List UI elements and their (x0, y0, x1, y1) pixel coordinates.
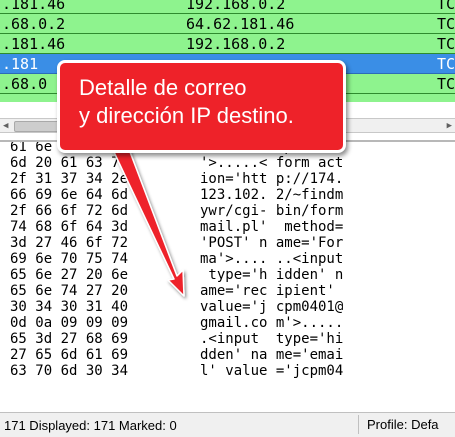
hex-row[interactable]: 66 69 6e 64 6d 123.102. 2/~findm (0, 187, 455, 203)
hex-row[interactable]: 69 6e 70 75 74 ma'>.... ..<input (0, 251, 455, 267)
hex-row[interactable]: 30 34 30 31 40 value='j cpm0401@ (0, 299, 455, 315)
ascii-bytes: value='j cpm0401@ (200, 299, 344, 315)
ascii-bytes: ame='rec ipient' (200, 283, 335, 299)
packet-source: .68.0 (2, 75, 48, 93)
hex-row[interactable]: 74 68 6f 64 3d mail.pl' method= (0, 219, 455, 235)
hex-bytes: 0d 0a 09 09 09 (10, 315, 129, 331)
hex-row[interactable]: 65 3d 27 68 69 .<input type='hi (0, 331, 455, 347)
ascii-bytes: mail.pl' method= (200, 219, 344, 235)
scroll-left-arrow-icon[interactable]: ◀ (3, 120, 8, 132)
ascii-bytes: l' value ='jcpm04 (200, 363, 344, 379)
hex-row[interactable]: 2f 31 37 34 2e ion='htt p://174. (0, 171, 455, 187)
hex-row[interactable]: 65 6e 27 20 6e type='h idden' n (0, 267, 455, 283)
packet-source: .181 (2, 55, 39, 73)
hex-bytes: 2f 31 37 34 2e (10, 171, 129, 187)
callout-line-1: Detalle de correo (79, 75, 247, 100)
hex-row[interactable]: 27 65 6d 61 69 dden' na me='emai (0, 347, 455, 363)
packet-source: .68.0.2 (2, 15, 66, 33)
packet-protocol: TC (437, 75, 455, 93)
hex-bytes: 66 69 6e 64 6d (10, 187, 129, 203)
packet-count-status: 171 Displayed: 171 Marked: 0 (4, 418, 177, 433)
hex-row[interactable]: 3d 27 46 6f 72 'POST' n ame='For (0, 235, 455, 251)
hex-bytes: 65 3d 27 68 69 (10, 331, 129, 347)
hex-bytes: 30 34 30 31 40 (10, 299, 129, 315)
hex-row[interactable]: 63 70 6d 30 34 l' value ='jcpm04 (0, 363, 455, 379)
packet-destination: 192.168.0.2 (186, 0, 286, 13)
ascii-bytes: type='h idden' n (200, 267, 344, 283)
ascii-bytes: '>.....< form act (200, 155, 344, 171)
hex-bytes: 65 6e 27 20 6e (10, 267, 129, 283)
annotation-callout: Detalle de correo y dirección IP destino… (57, 60, 346, 153)
ascii-bytes: dden' na me='emai (200, 347, 344, 363)
hex-bytes: 3d 27 46 6f 72 (10, 235, 129, 251)
packet-row[interactable]: .68.0.2 64.62.181.46 TC (0, 14, 455, 34)
packet-row[interactable]: .181.46 192.168.0.2 TC (0, 34, 455, 54)
ascii-bytes: gmail.co m'>..... (200, 315, 344, 331)
ascii-bytes: .<input type='hi (200, 331, 344, 347)
hex-bytes: 74 68 6f 64 3d (10, 219, 129, 235)
ascii-bytes: 123.102. 2/~findm (200, 187, 344, 203)
hex-row[interactable]: 2f 66 6f 72 6d ywr/cgi- bin/form (0, 203, 455, 219)
ascii-bytes: 'POST' n ame='For (200, 235, 344, 251)
hex-bytes: 65 6e 74 27 20 (10, 283, 129, 299)
packet-protocol: TC (437, 55, 455, 73)
packet-protocol: TC (437, 0, 455, 13)
ascii-bytes: ywr/cgi- bin/form (200, 203, 344, 219)
ascii-bytes: ion='htt p://174. (200, 171, 344, 187)
hex-row[interactable]: 0d 0a 09 09 09 gmail.co m'>..... (0, 315, 455, 331)
ascii-bytes: ma'>.... ..<input (200, 251, 344, 267)
packet-row[interactable]: .181.46 192.168.0.2 TC (0, 0, 455, 14)
packet-destination: 192.168.0.2 (186, 35, 286, 53)
scroll-right-arrow-icon[interactable]: ▶ (447, 120, 452, 132)
hex-bytes: 69 6e 70 75 74 (10, 251, 129, 267)
packet-protocol: TC (437, 15, 455, 33)
hex-bytes: 27 65 6d 61 69 (10, 347, 129, 363)
packet-destination: 64.62.181.46 (186, 15, 295, 33)
packet-protocol: TC (437, 35, 455, 53)
hex-bytes: 6d 20 61 63 74 (10, 155, 129, 171)
hex-row[interactable]: 6d 20 61 63 74 '>.....< form act (0, 155, 455, 171)
hex-bytes: 63 70 6d 30 34 (10, 363, 129, 379)
packet-bytes-pane: 61 6e 64 20 63 6f'>..... <span="8 6d 20 … (0, 142, 455, 412)
profile-status[interactable]: Profile: Defa (358, 415, 455, 434)
packet-source: .181.46 (2, 0, 66, 13)
hex-bytes: 2f 66 6f 72 6d (10, 203, 129, 219)
callout-line-2: y dirección IP destino. (79, 103, 294, 128)
hex-row[interactable]: 65 6e 74 27 20 ame='rec ipient' (0, 283, 455, 299)
packet-source: .181.46 (2, 35, 66, 53)
status-bar: 171 Displayed: 171 Marked: 0 Profile: De… (0, 412, 455, 437)
